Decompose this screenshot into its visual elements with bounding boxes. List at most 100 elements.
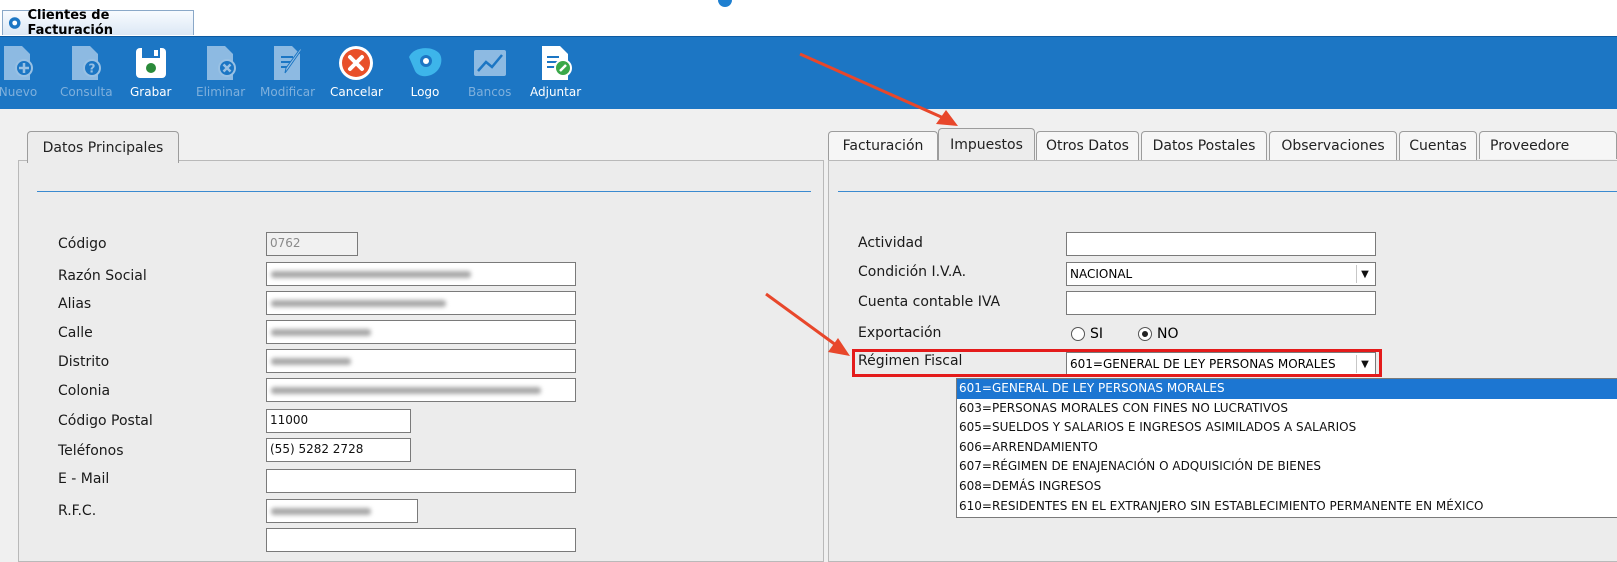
banks-button[interactable]: Bancos xyxy=(468,43,511,105)
banks-label: Bancos xyxy=(468,85,512,99)
next-field[interactable] xyxy=(266,528,576,552)
attach-button[interactable]: Adjuntar xyxy=(530,43,581,105)
regimen-option-606[interactable]: 606=ARRENDAMIENTO xyxy=(957,438,1617,458)
calle-field[interactable] xyxy=(266,320,576,344)
regimen-highlight-box xyxy=(852,349,1382,377)
calle-label: Calle xyxy=(58,325,93,341)
app-logo-icon xyxy=(8,17,21,29)
tab-cuentas[interactable]: Cuentas xyxy=(1399,131,1477,160)
exportacion-si-radio[interactable]: SI xyxy=(1071,326,1103,342)
tab-proveedores[interactable]: Proveedore xyxy=(1479,131,1617,159)
chevron-down-icon[interactable]: ▼ xyxy=(1356,265,1373,283)
condicion-iva-select[interactable]: NACIONAL ▼ xyxy=(1066,262,1376,286)
colonia-field[interactable] xyxy=(266,378,576,402)
colonia-label: Colonia xyxy=(58,383,111,399)
chart-icon xyxy=(473,50,506,76)
redacted-text xyxy=(271,387,541,394)
cancel-icon xyxy=(339,46,374,80)
new-button[interactable]: Nuevo xyxy=(0,43,38,105)
edit-button[interactable]: Modificar xyxy=(260,43,315,105)
tab-impuestos[interactable]: Impuestos xyxy=(938,128,1035,160)
email-label: E - Mail xyxy=(58,471,110,487)
razon-social-field[interactable] xyxy=(266,262,576,286)
regimen-option-610[interactable]: 610=RESIDENTES EN EL EXTRANJERO SIN ESTA… xyxy=(957,497,1617,517)
email-field[interactable] xyxy=(266,469,576,493)
attach-doc-icon xyxy=(541,46,572,80)
tab-otros-datos[interactable]: Otros Datos xyxy=(1036,131,1139,160)
alias-field[interactable] xyxy=(266,291,576,315)
telefonos-field[interactable]: (55) 5282 2728 xyxy=(266,438,411,462)
regimen-option-601[interactable]: 601=GENERAL DE LEY PERSONAS MORALES xyxy=(957,379,1617,399)
tab-datos-postales[interactable]: Datos Postales xyxy=(1141,131,1267,160)
delete-button[interactable]: Eliminar xyxy=(196,43,245,105)
edit-doc-icon xyxy=(273,46,303,80)
redacted-text xyxy=(271,329,371,336)
regimen-option-608[interactable]: 608=DEMÁS INGRESOS xyxy=(957,477,1617,497)
cancel-button[interactable]: Cancelar xyxy=(330,43,383,105)
toolbar: Nuevo ? Consulta Grabar Eliminar Modific… xyxy=(0,36,1617,109)
exportacion-no-label: NO xyxy=(1157,326,1179,342)
codigo-postal-field[interactable]: 11000 xyxy=(266,409,411,433)
save-icon xyxy=(135,48,166,78)
query-label: Consulta xyxy=(60,85,113,99)
logo-icon xyxy=(409,48,442,77)
cancel-label: Cancelar xyxy=(330,85,383,99)
window-tab[interactable]: Clientes de Facturación xyxy=(2,8,194,38)
redacted-text xyxy=(271,508,371,515)
regimen-option-605[interactable]: 605=SUELDOS Y SALARIOS E INGRESOS ASIMIL… xyxy=(957,418,1617,438)
actividad-label: Actividad xyxy=(858,235,923,251)
annotation-arrow-head xyxy=(936,110,958,126)
distrito-field[interactable] xyxy=(266,349,576,373)
delete-label: Eliminar xyxy=(196,85,246,99)
rfc-field[interactable] xyxy=(266,499,418,523)
exportacion-si-label: SI xyxy=(1090,326,1104,342)
tab-cuentas-label: Cuentas xyxy=(1409,138,1467,154)
exportacion-no-radio[interactable]: NO xyxy=(1138,326,1179,342)
codigo-field[interactable]: 0762 xyxy=(266,232,358,256)
regimen-fiscal-dropdown: 601=GENERAL DE LEY PERSONAS MORALES 603=… xyxy=(956,378,1617,518)
codigo-postal-label: Código Postal xyxy=(58,413,153,429)
tab-impuestos-label: Impuestos xyxy=(950,136,1023,153)
svg-text:?: ? xyxy=(89,62,96,76)
window-tab-strip xyxy=(0,0,1617,36)
regimen-option-607[interactable]: 607=RÉGIMEN DE ENAJENACIÓN O ADQUISICIÓN… xyxy=(957,457,1617,477)
redacted-text xyxy=(271,271,471,278)
query-button[interactable]: ? Consulta xyxy=(60,43,113,105)
rfc-label: R.F.C. xyxy=(58,503,97,519)
exportacion-label: Exportación xyxy=(858,325,942,341)
distrito-label: Distrito xyxy=(58,354,110,370)
save-button[interactable]: Grabar xyxy=(130,43,172,105)
tab-proveedores-label: Proveedore xyxy=(1490,137,1570,154)
delete-doc-icon xyxy=(206,46,236,80)
condicion-iva-label: Condición I.V.A. xyxy=(858,264,967,280)
tab-otros-datos-label: Otros Datos xyxy=(1046,138,1129,154)
logo-button[interactable]: Logo xyxy=(405,43,445,105)
radio-checked-icon xyxy=(1138,327,1152,341)
tab-datos-principales-label: Datos Principales xyxy=(42,139,164,156)
tab-observaciones[interactable]: Observaciones xyxy=(1269,131,1397,160)
query-doc-icon: ? xyxy=(72,46,102,80)
attach-label: Adjuntar xyxy=(530,85,582,99)
razon-social-label: Razón Social xyxy=(58,268,147,284)
alias-label: Alias xyxy=(58,296,92,312)
radio-unchecked-icon xyxy=(1071,327,1085,341)
save-label: Grabar xyxy=(130,85,172,99)
new-label: Nuevo xyxy=(0,85,38,99)
regimen-option-603[interactable]: 603=PERSONAS MORALES CON FINES NO LUCRAT… xyxy=(957,399,1617,419)
codigo-label: Código xyxy=(58,236,107,252)
tab-observaciones-label: Observaciones xyxy=(1281,138,1385,154)
tab-datos-principales[interactable]: Datos Principales xyxy=(27,131,179,163)
cuenta-iva-label: Cuenta contable IVA xyxy=(858,294,1001,310)
new-doc-icon xyxy=(4,46,33,80)
redacted-text xyxy=(271,300,446,307)
edit-label: Modificar xyxy=(260,85,316,99)
logo-label: Logo xyxy=(410,85,440,99)
telefonos-label: Teléfonos xyxy=(58,443,124,459)
tab-datos-postales-label: Datos Postales xyxy=(1152,138,1256,154)
tab-facturacion[interactable]: Facturación xyxy=(828,131,938,160)
cuenta-iva-field[interactable] xyxy=(1066,291,1376,315)
condicion-iva-value: NACIONAL xyxy=(1070,267,1133,281)
redacted-text xyxy=(271,358,351,365)
actividad-field[interactable] xyxy=(1066,232,1376,256)
tab-facturacion-label: Facturación xyxy=(842,138,924,154)
